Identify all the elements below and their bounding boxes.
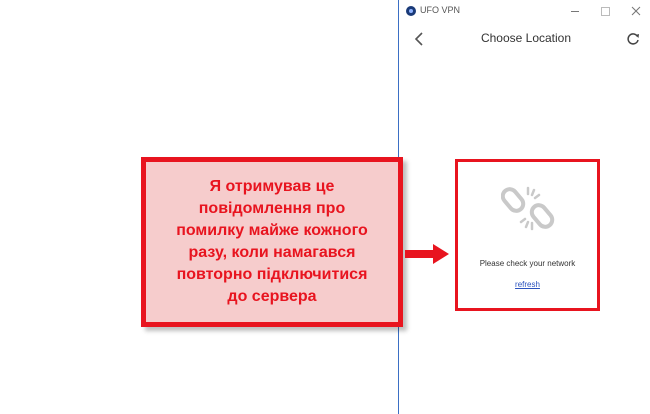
- header: Choose Location: [399, 22, 650, 56]
- annotation-callout: Я отримував це повідомлення про помилку …: [141, 157, 403, 327]
- app-logo-icon: [406, 6, 416, 16]
- window-title: UFO VPN: [420, 5, 461, 15]
- vpn-app-window: UFO VPN Choose Location Please check you…: [398, 0, 650, 414]
- broken-link-icon: [500, 180, 557, 236]
- refresh-icon[interactable]: [625, 31, 641, 47]
- right-arrow-icon: [405, 244, 449, 264]
- error-message: Please check your network: [479, 259, 576, 268]
- title-bar[interactable]: UFO VPN: [399, 0, 650, 22]
- close-icon[interactable]: [628, 3, 644, 19]
- page-title: Choose Location: [480, 31, 572, 45]
- refresh-link[interactable]: refresh: [458, 280, 597, 289]
- annotation-text: Я отримував це повідомлення про помилку …: [176, 178, 368, 305]
- network-error-panel: Please check your network refresh: [455, 159, 600, 311]
- maximize-icon[interactable]: [597, 3, 613, 19]
- minimize-icon[interactable]: [567, 3, 583, 19]
